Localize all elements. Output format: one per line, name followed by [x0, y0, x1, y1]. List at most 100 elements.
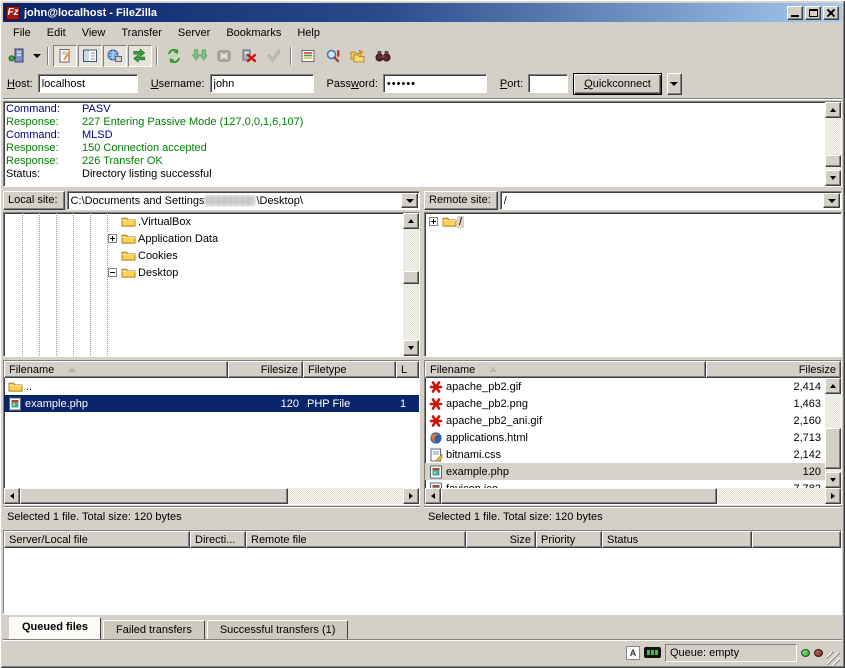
port-input[interactable]	[528, 74, 568, 93]
tree-collapse-icon[interactable]	[108, 268, 117, 277]
window-title: john@localhost - FileZilla	[24, 7, 785, 19]
site-manager-dropdown-button[interactable]	[30, 45, 43, 67]
username-input[interactable]	[210, 74, 314, 93]
redacted-username	[205, 195, 255, 206]
tab-queued-files[interactable]: Queued files	[9, 617, 101, 639]
scroll-down-button[interactable]	[825, 170, 841, 186]
column-header-filetype[interactable]: Filetype	[303, 361, 396, 378]
scroll-up-button[interactable]	[403, 213, 419, 229]
tab-failed-transfers[interactable]: Failed transfers	[103, 620, 205, 639]
synchronized-browsing-button[interactable]	[371, 45, 395, 67]
compare-directories-button[interactable]	[346, 45, 370, 67]
menu-view[interactable]: View	[74, 25, 114, 41]
toggle-message-log-button[interactable]	[53, 45, 77, 67]
resize-grip[interactable]	[827, 652, 840, 665]
tree-item-application-data[interactable]: Application Data	[4, 230, 403, 247]
scroll-thumb[interactable]	[20, 488, 288, 504]
file-row[interactable]: favicon.ico 7,782	[425, 480, 825, 488]
file-row[interactable]: bitnami.css 2,142	[425, 446, 825, 463]
column-header-last-modified[interactable]: L	[396, 361, 419, 378]
scroll-left-button[interactable]	[425, 488, 441, 504]
password-input[interactable]	[383, 74, 487, 93]
tree-item-root[interactable]: /	[425, 213, 841, 230]
remote-site-combo[interactable]: /	[500, 191, 842, 210]
tree-item-virtualbox[interactable]: .VirtualBox	[4, 213, 403, 230]
disconnect-button[interactable]	[237, 45, 261, 67]
tree-item-desktop[interactable]: Desktop	[4, 264, 403, 281]
column-header-filename[interactable]: Filename	[425, 361, 706, 378]
tree-item-cookies[interactable]: Cookies	[4, 247, 403, 264]
close-button[interactable]	[823, 6, 839, 20]
tab-successful-transfers[interactable]: Successful transfers (1)	[207, 620, 349, 639]
remote-site-dropdown-button[interactable]	[823, 193, 840, 208]
column-header-size[interactable]: Size	[466, 531, 536, 548]
scroll-down-button[interactable]	[825, 472, 841, 488]
cancel-operation-button[interactable]	[212, 45, 236, 67]
scroll-track[interactable]	[403, 229, 419, 340]
column-header-priority[interactable]: Priority	[536, 531, 602, 548]
scroll-track[interactable]	[825, 118, 841, 170]
filter-button[interactable]	[296, 45, 320, 67]
scroll-thumb[interactable]	[403, 271, 419, 284]
menu-edit[interactable]: Edit	[39, 25, 74, 41]
quickconnect-dropdown-button[interactable]	[667, 73, 682, 95]
toggle-queue-button[interactable]	[128, 45, 152, 67]
scroll-track[interactable]	[825, 394, 841, 472]
toggle-remote-tree-button[interactable]	[103, 45, 127, 67]
filezilla-logo-icon: Fz	[6, 6, 20, 20]
local-site-dropdown-button[interactable]	[401, 193, 418, 208]
local-tree-vertical-scrollbar[interactable]	[403, 213, 419, 356]
local-horizontal-scrollbar[interactable]	[4, 488, 419, 504]
menu-bookmarks[interactable]: Bookmarks	[218, 25, 289, 41]
maximize-button[interactable]	[805, 6, 821, 20]
file-row-example-php-selected[interactable]: example.php 120 PHP File 1	[4, 395, 419, 412]
file-row[interactable]: applications.html 2,713	[425, 429, 825, 446]
minimize-button[interactable]	[787, 6, 803, 20]
site-manager-button[interactable]	[5, 45, 29, 67]
tree-expand-icon[interactable]	[108, 234, 117, 243]
column-header-filesize[interactable]: Filesize	[706, 361, 841, 378]
scroll-track[interactable]	[441, 488, 825, 504]
scroll-left-button[interactable]	[4, 488, 20, 504]
host-input[interactable]	[38, 74, 138, 93]
file-row[interactable]: apache_pb2_ani.gif 2,160	[425, 412, 825, 429]
column-header-remote-file[interactable]: Remote file	[246, 531, 466, 548]
refresh-button[interactable]	[162, 45, 186, 67]
scroll-down-button[interactable]	[403, 340, 419, 356]
scroll-right-button[interactable]	[403, 488, 419, 504]
file-row-parent-dir[interactable]: ..	[4, 378, 419, 395]
scroll-thumb[interactable]	[825, 155, 841, 167]
remote-horizontal-scrollbar[interactable]	[425, 488, 841, 504]
file-row-example-php-selected[interactable]: example.php 120	[425, 463, 825, 480]
file-row[interactable]: apache_pb2.png 1,463	[425, 395, 825, 412]
column-header-filename[interactable]: Filename	[4, 361, 228, 378]
menu-transfer[interactable]: Transfer	[113, 25, 170, 41]
scroll-up-button[interactable]	[825, 102, 841, 118]
menu-help[interactable]: Help	[289, 25, 328, 41]
file-row[interactable]: apache_pb2.gif 2,414	[425, 378, 825, 395]
find-files-button[interactable]	[321, 45, 345, 67]
remote-list-vertical-scrollbar[interactable]	[825, 378, 841, 488]
title-bar[interactable]: Fz john@localhost - FileZilla	[3, 3, 842, 22]
column-header-status[interactable]: Status	[602, 531, 752, 548]
scroll-track[interactable]	[20, 488, 403, 504]
column-header-direction[interactable]: Directi...	[190, 531, 246, 548]
scroll-up-button[interactable]	[825, 378, 841, 394]
menu-server[interactable]: Server	[170, 25, 218, 41]
column-header-server-local-file[interactable]: Server/Local file	[4, 531, 190, 548]
scroll-thumb[interactable]	[825, 428, 841, 469]
remote-list-body: apache_pb2.gif 2,414 apache_pb2.png 1,46…	[425, 378, 841, 488]
toggle-local-tree-button[interactable]	[78, 45, 102, 67]
refresh-icon	[166, 48, 182, 64]
menu-file[interactable]: File	[5, 25, 39, 41]
local-tree: .VirtualBox Application Data Cookies	[3, 212, 420, 357]
quickconnect-button[interactable]: Quickconnect	[573, 73, 662, 95]
reconnect-button[interactable]	[262, 45, 286, 67]
local-site-combo[interactable]: C:\Documents and Settings\Desktop\	[67, 191, 420, 210]
scroll-thumb[interactable]	[441, 488, 717, 504]
tree-expand-icon[interactable]	[429, 217, 438, 226]
process-queue-button[interactable]	[187, 45, 211, 67]
log-vertical-scrollbar[interactable]	[825, 102, 841, 186]
scroll-right-button[interactable]	[825, 488, 841, 504]
column-header-filesize[interactable]: Filesize	[228, 361, 303, 378]
